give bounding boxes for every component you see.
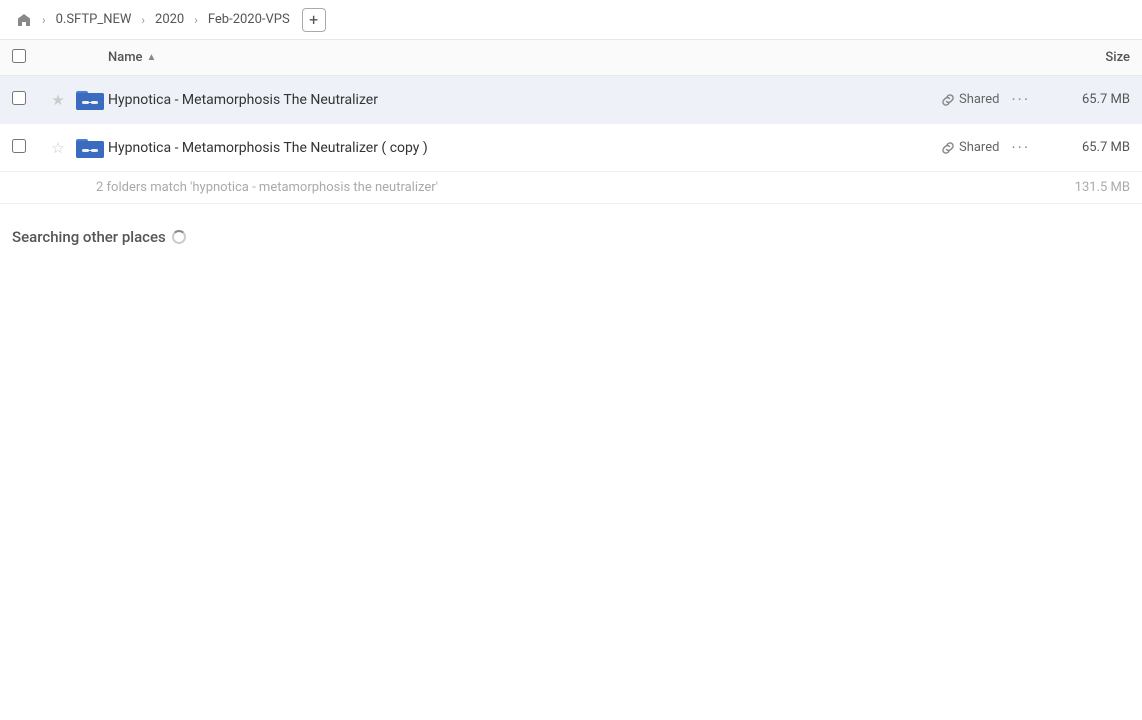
breadcrumb-sep-3: › <box>194 13 198 27</box>
row1-more-button[interactable]: ··· <box>1007 88 1034 111</box>
row2-star-cell[interactable]: ☆ <box>44 139 72 157</box>
breadcrumb-add-button[interactable]: + <box>302 8 326 32</box>
select-all-checkbox[interactable] <box>12 49 26 63</box>
table-row[interactable]: ☆ Hypnotica - Metamorphosis The Neutrali… <box>0 124 1142 172</box>
row1-actions: Shared ··· <box>941 88 1034 111</box>
searching-spinner-icon <box>172 230 186 244</box>
header-size-col: Size <box>1050 50 1130 65</box>
breadcrumb-sep-2: › <box>141 13 145 27</box>
breadcrumb-feb[interactable]: Feb-2020-VPS <box>204 10 294 29</box>
row1-check-cell <box>12 91 44 109</box>
summary-row: 2 folders match 'hypnotica - metamorphos… <box>0 172 1142 204</box>
link-icon <box>941 93 955 107</box>
breadcrumb-sep-1: › <box>42 13 46 27</box>
summary-total-size: 131.5 MB <box>1050 180 1130 195</box>
row2-name: Hypnotica - Metamorphosis The Neutralize… <box>108 140 941 156</box>
row1-shared-badge[interactable]: Shared <box>941 92 999 107</box>
table-row[interactable]: ★ Hypnotica - Metamorphosis The Neutrali… <box>0 76 1142 124</box>
row2-folder-icon-cell <box>72 136 108 160</box>
breadcrumb-home-icon[interactable] <box>12 10 36 30</box>
row2-more-button[interactable]: ··· <box>1007 136 1034 159</box>
breadcrumb-2020[interactable]: 2020 <box>151 10 188 29</box>
row1-checkbox[interactable] <box>12 91 26 105</box>
star-icon: ★ <box>51 91 64 109</box>
folder-icon <box>76 88 104 112</box>
row2-size: 65.7 MB <box>1050 140 1130 155</box>
header-name-col[interactable]: Name ▲ <box>108 50 1050 65</box>
header-checkbox-cell <box>12 49 44 67</box>
searching-section: Searching other places <box>0 204 1142 258</box>
row2-checkbox[interactable] <box>12 139 26 153</box>
summary-text: 2 folders match 'hypnotica - metamorphos… <box>96 180 1050 195</box>
breadcrumb-bar: › 0.SFTP_NEW › 2020 › Feb-2020-VPS + <box>0 0 1142 40</box>
column-header-row: Name ▲ Size <box>0 40 1142 76</box>
folder-icon <box>76 136 104 160</box>
row1-name: Hypnotica - Metamorphosis The Neutralize… <box>108 92 941 108</box>
star-icon: ☆ <box>51 139 64 157</box>
searching-title: Searching other places <box>12 228 1130 246</box>
row1-folder-icon-cell <box>72 88 108 112</box>
row2-shared-badge[interactable]: Shared <box>941 140 999 155</box>
row1-star-cell[interactable]: ★ <box>44 91 72 109</box>
row2-actions: Shared ··· <box>941 136 1034 159</box>
sort-arrow-icon: ▲ <box>147 52 157 63</box>
breadcrumb-sftp[interactable]: 0.SFTP_NEW <box>52 10 136 29</box>
link-icon <box>941 141 955 155</box>
row2-check-cell <box>12 139 44 157</box>
row1-size: 65.7 MB <box>1050 92 1130 107</box>
